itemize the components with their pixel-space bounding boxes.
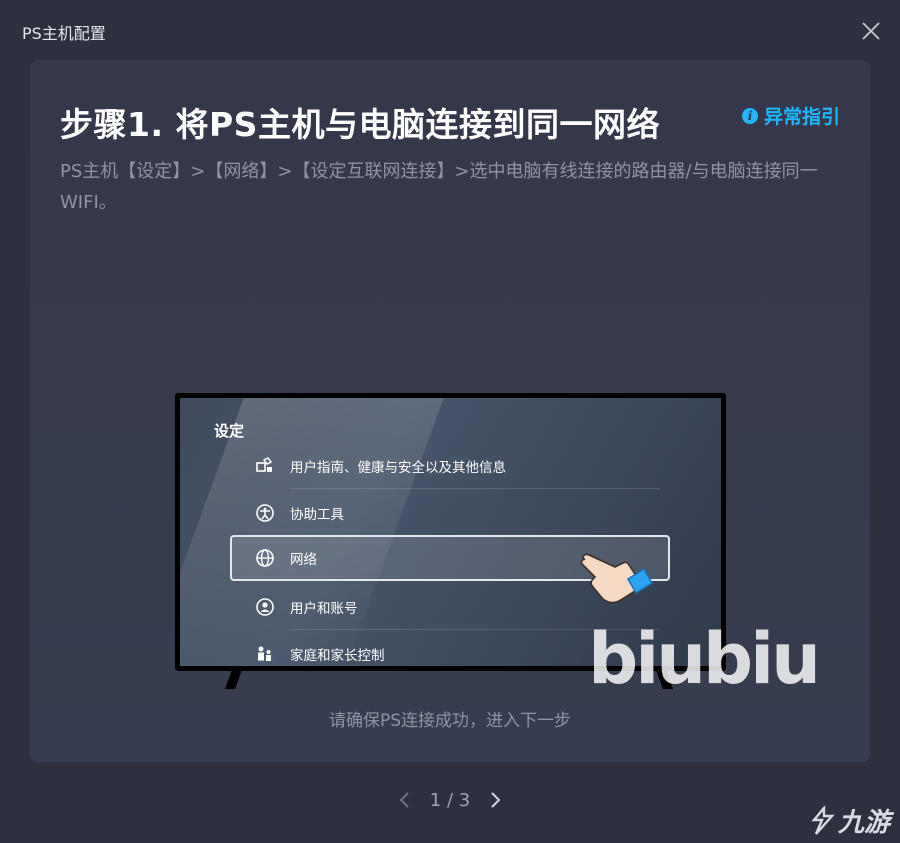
- tv-menu-label: 家庭和家长控制: [290, 648, 385, 664]
- title-bar: PS主机配置: [0, 0, 900, 60]
- exception-guide-link[interactable]: i 异常指引: [741, 102, 840, 129]
- guide-link-label: 异常指引: [763, 106, 840, 128]
- info-icon: i: [741, 107, 758, 124]
- tv-menu-item-accessibility: 协助工具: [232, 490, 668, 536]
- pointing-hand-icon: [578, 537, 658, 611]
- prev-page-button[interactable]: [394, 788, 414, 812]
- nine-game-watermark: 九游: [810, 802, 890, 839]
- tv-menu-label: 协助工具: [290, 507, 344, 523]
- close-icon: [862, 22, 880, 40]
- tv-menu-label: 用户指南、健康与安全以及其他信息: [290, 460, 506, 476]
- window-title: PS主机配置: [22, 24, 106, 43]
- step-title: 步骤1. 将PS主机与电脑连接到同一网络: [60, 105, 660, 144]
- pager: 1 / 3: [0, 788, 900, 812]
- nine-game-logo-icon: [811, 805, 835, 835]
- chevron-left-icon: [399, 792, 409, 808]
- family-icon: [254, 643, 276, 665]
- page-indicator: 1 / 3: [429, 789, 471, 811]
- chevron-right-icon: [491, 792, 501, 808]
- biubiu-watermark: biubiu: [588, 618, 821, 700]
- confirm-text: 请确保PS连接成功，进入下一步: [328, 711, 572, 731]
- tv-settings-title: 设定: [214, 422, 245, 440]
- user-guide-icon: [254, 455, 276, 477]
- tv-menu-label: 用户和账号: [290, 601, 358, 617]
- globe-icon: [254, 547, 276, 569]
- next-page-button[interactable]: [486, 788, 506, 812]
- accessibility-icon: [254, 502, 276, 524]
- tv-menu-label: 网络: [290, 552, 317, 568]
- tv-menu-item-user-guide: 用户指南、健康与安全以及其他信息: [232, 443, 668, 489]
- step-description: PS主机【设定】>【网络】>【设定互联网连接】>选中电脑有线连接的路由器/与电脑…: [60, 161, 818, 213]
- nine-game-watermark-text: 九游: [837, 808, 890, 838]
- close-button[interactable]: [858, 18, 884, 44]
- user-account-icon: [254, 596, 276, 618]
